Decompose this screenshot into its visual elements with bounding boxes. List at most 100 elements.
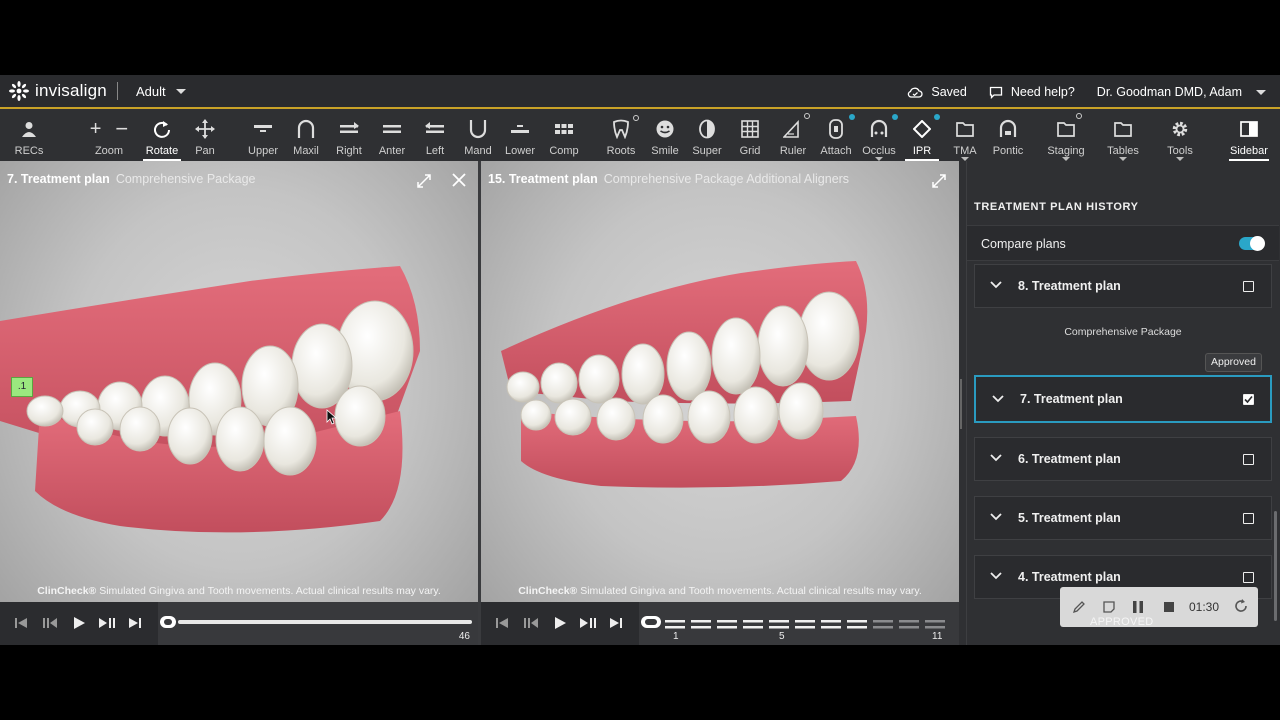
mouse-cursor-icon: [326, 409, 338, 425]
step-forward-icon[interactable]: [98, 616, 116, 630]
status-dot: [849, 114, 855, 120]
tool-label: Lower: [505, 145, 535, 157]
tool-attach[interactable]: Attach: [818, 111, 855, 161]
expand-icon[interactable]: [931, 173, 947, 189]
chevron-down-icon[interactable]: [990, 512, 1002, 522]
pencil-icon[interactable]: [1072, 600, 1086, 614]
timeline-handle[interactable]: [641, 616, 661, 628]
tool-maxil[interactable]: Maxil: [289, 111, 323, 161]
step-forward-icon[interactable]: [579, 616, 597, 630]
plan-name: 4. Treatment plan: [1018, 570, 1121, 584]
disclaimer-brand: ClinCheck®: [518, 585, 578, 597]
teeth-model-3d[interactable]: [481, 161, 959, 645]
teeth-model-3d[interactable]: [0, 161, 478, 645]
tool-anter[interactable]: Anter: [375, 111, 409, 161]
app-window: invisalign Adult Saved Need help? Dr. Go…: [0, 75, 1280, 645]
tool-sidebar[interactable]: Sidebar: [1229, 111, 1269, 161]
skip-to-end-icon[interactable]: [609, 616, 623, 630]
chevron-down-icon: [175, 88, 186, 94]
viewport-right[interactable]: 15. Treatment plan Comprehensive Package …: [481, 161, 959, 645]
step-back-icon[interactable]: [42, 616, 58, 630]
tool-right[interactable]: Right: [332, 111, 366, 161]
chevron-down-icon[interactable]: [990, 571, 1002, 581]
tool-occlus[interactable]: Occlus: [861, 111, 898, 161]
timeline-track[interactable]: [178, 620, 472, 624]
patient-type-dropdown[interactable]: Adult: [136, 84, 186, 99]
tool-label: Super: [692, 145, 722, 157]
tool-tools[interactable]: Tools: [1163, 111, 1197, 161]
tool-tma[interactable]: TMA: [948, 111, 982, 161]
play-icon[interactable]: [553, 616, 567, 630]
tool-rotate[interactable]: Rotate: [143, 111, 181, 161]
chevron-down-icon[interactable]: [990, 280, 1002, 290]
tool-tables[interactable]: Tables: [1104, 111, 1142, 161]
plan-checkbox[interactable]: [1243, 572, 1254, 583]
tool-label: Zoom: [94, 145, 124, 157]
user-menu[interactable]: Dr. Goodman DMD, Adam: [1097, 85, 1266, 99]
play-icon[interactable]: [72, 616, 86, 630]
tool-label: TMA: [953, 145, 977, 157]
tool-ruler[interactable]: Ruler: [776, 111, 810, 161]
skip-to-start-icon[interactable]: [14, 616, 28, 630]
status-dot: [633, 115, 639, 121]
stage-timeline[interactable]: 46: [158, 602, 478, 645]
tool-smile[interactable]: Smile: [648, 111, 682, 161]
chevron-down-icon: [1256, 89, 1266, 95]
sidebar-scrollbar[interactable]: [1274, 511, 1277, 621]
tool-upper[interactable]: Upper: [246, 111, 280, 161]
sidebar-panel-icon: [1240, 121, 1258, 137]
timeline-handle[interactable]: [160, 616, 176, 628]
restart-icon[interactable]: [1233, 598, 1249, 614]
stage-timeline[interactable]: 1 5 11: [639, 602, 959, 645]
tool-mand[interactable]: Mand: [461, 111, 495, 161]
tool-staging[interactable]: Staging: [1045, 111, 1087, 161]
stage-label: 11: [932, 631, 943, 642]
expand-icon[interactable]: [416, 173, 432, 189]
viewport-left[interactable]: .1 7. Treatment plan Comprehensive Packag…: [0, 161, 478, 645]
aligner-stage-segments[interactable]: [665, 617, 955, 629]
plan-package: Comprehensive Package Additional Aligner…: [603, 172, 850, 186]
disclaimer: ClinCheck® Simulated Gingiva and Tooth m…: [0, 585, 478, 597]
chevron-down-icon[interactable]: [992, 394, 1004, 404]
ipr-tag[interactable]: .1: [11, 377, 33, 397]
tool-zoom[interactable]: + − Zoom: [84, 111, 134, 161]
saved-status: Saved: [907, 85, 967, 99]
playback-bar: 1 5 11: [481, 602, 959, 645]
disclaimer-text: Simulated Gingiva and Tooth movements. A…: [96, 585, 441, 597]
pause-icon[interactable]: [1132, 600, 1144, 614]
sidebar-splitter[interactable]: [959, 161, 966, 645]
plan-item[interactable]: 6. Treatment plan: [974, 437, 1272, 481]
anterior-view-icon: [383, 125, 401, 133]
step-back-icon[interactable]: [523, 616, 539, 630]
tool-comp[interactable]: Comp: [546, 111, 582, 161]
skip-to-end-icon[interactable]: [128, 616, 142, 630]
plan-item[interactable]: 8. Treatment plan: [974, 264, 1272, 308]
zoom-out-icon: −: [115, 116, 129, 141]
tool-grid[interactable]: Grid: [734, 111, 766, 161]
close-icon[interactable]: [452, 173, 466, 187]
tool-lower[interactable]: Lower: [503, 111, 537, 161]
tool-recs[interactable]: RECs: [10, 111, 48, 161]
plan-checkbox-checked[interactable]: [1243, 394, 1254, 405]
note-icon[interactable]: [1102, 600, 1116, 614]
tool-label: Ruler: [779, 145, 807, 157]
tool-roots[interactable]: Roots: [603, 111, 639, 161]
help-button[interactable]: Need help?: [989, 85, 1075, 99]
skip-to-start-icon[interactable]: [495, 616, 509, 630]
stop-icon[interactable]: [1163, 601, 1175, 613]
disclaimer: ClinCheck® Simulated Gingiva and Tooth m…: [481, 585, 959, 597]
plan-item[interactable]: 5. Treatment plan: [974, 496, 1272, 540]
viewport-title: 7. Treatment plan Comprehensive Package: [7, 172, 255, 186]
plan-item-selected[interactable]: 7. Treatment plan: [974, 375, 1272, 423]
plan-checkbox[interactable]: [1243, 281, 1254, 292]
plan-checkbox[interactable]: [1243, 454, 1254, 465]
plan-checkbox[interactable]: [1243, 513, 1254, 524]
compare-plans-toggle[interactable]: [1239, 236, 1265, 251]
tool-pontic[interactable]: Pontic: [990, 111, 1026, 161]
tool-ipr[interactable]: IPR: [905, 111, 940, 161]
tool-pan[interactable]: Pan: [190, 111, 220, 161]
tool-super[interactable]: Super: [690, 111, 724, 161]
tool-left[interactable]: Left: [418, 111, 452, 161]
tool-label: Left: [425, 145, 445, 157]
chevron-down-icon[interactable]: [990, 453, 1002, 463]
